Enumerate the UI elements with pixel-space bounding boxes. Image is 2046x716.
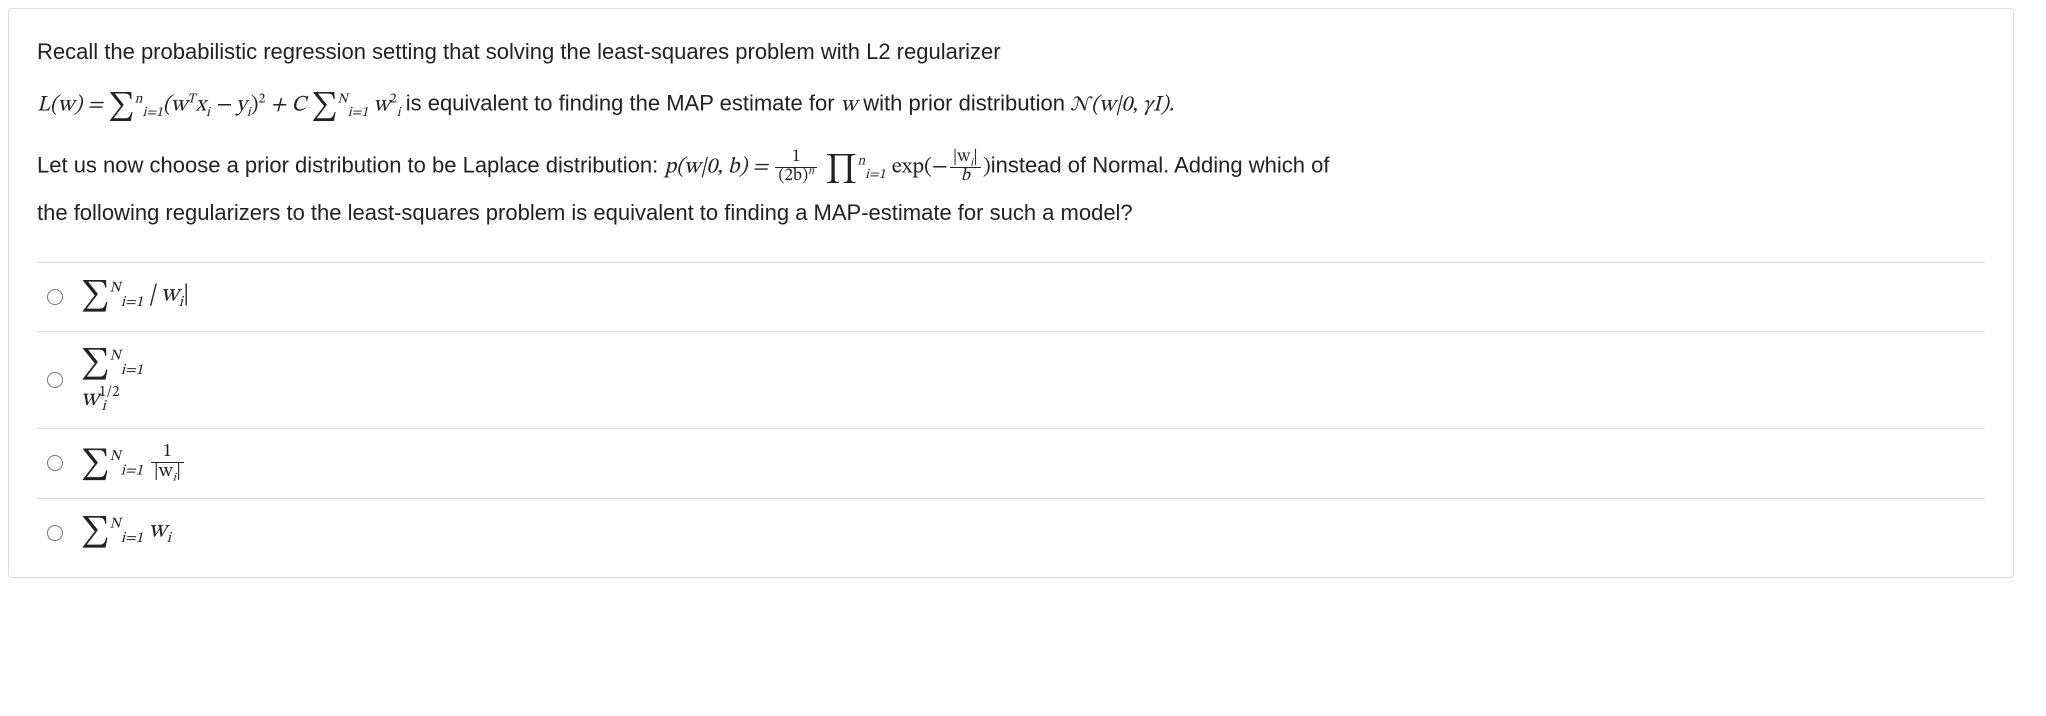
option-c[interactable]: ∑Ni=1 1 |wi| [37,429,1985,499]
prompt-line2-after: is equivalent to finding the MAP estimat… [406,91,841,116]
frac1-den: (2b)n [775,167,817,186]
exp-close: ) [983,157,991,179]
option-b[interactable]: ∑Ni=1 w1/2i [37,332,1985,429]
option-a[interactable]: ∑Ni=1 | wi| [37,263,1985,332]
options-list: ∑Ni=1 | wi| ∑Ni=1 w1/2i ∑Ni=1 1 |wi| ∑Ni… [37,262,1985,567]
option-c-frac: 1 |wi| [149,443,186,483]
option-d[interactable]: ∑Ni=1 wi [37,499,1985,567]
product: ∏ [825,155,857,183]
product-bot: i=1 [865,169,885,182]
option-d-math: ∑Ni=1 wi [81,514,171,552]
prompt-line3-after: instead of Normal. Adding which of [991,153,1330,178]
sum2-top: N [338,94,348,107]
sum1-top: n [135,94,143,107]
prompt-line2: L(w) = ∑ni=1(wTxi − yi)2 + C ∑Ni=1 w2i i… [37,84,1985,132]
exp-open: exp(− [892,157,948,179]
plus-C: + C [265,95,311,117]
prompt-line3a: Let us now choose a prior distribution t… [37,153,664,178]
option-b-math: ∑Ni=1 w1/2i [81,346,173,414]
sum2: ∑ [311,93,337,121]
sum1-x: x [195,95,206,117]
normal-N: 𝒩 [1071,95,1091,117]
option-a-math: ∑Ni=1 | wi| [81,278,189,316]
question-card: Recall the probabilistic regression sett… [8,8,2014,578]
frac2-den: b [950,167,981,186]
prompt-line3-wrap: Let us now choose a prior distribution t… [37,146,1985,231]
prompt-line1: Recall the probabilistic regression sett… [37,39,1001,64]
option-c-math: ∑Ni=1 1 |wi| [81,443,186,484]
L-of-w: L(w) = [37,95,108,117]
w-var: w [841,95,857,117]
option-d-radio[interactable] [47,525,63,541]
product-top: n [857,156,865,169]
sum2-bot: i=1 [348,107,368,120]
frac2-num: |wi| [950,149,981,167]
option-c-radio[interactable] [47,455,63,471]
laplace-p: p(w|0, b) = [664,157,773,179]
normal-args: (w|0, γI). [1091,95,1174,117]
frac-1-over-2bn: 1 (2b)n [773,149,819,186]
sum1: ∑ [108,93,134,121]
question-prompt: Recall the probabilistic regression sett… [37,33,1985,232]
sum2-wexp: 2 [390,94,397,107]
sum1-bot: i=1 [142,107,162,120]
frac-wi-over-b: |wi| b [948,149,983,186]
option-a-radio[interactable] [47,289,63,305]
prompt-line4: the following regularizers to the least-… [37,200,1133,225]
prompt-line2-after2: with prior distribution [857,91,1071,116]
option-b-radio[interactable] [47,372,63,388]
sum2-wi: i [397,107,401,120]
sum1-minus-y: − y [210,95,247,117]
sum1-body-open: (w [163,95,187,117]
sum2-w: w [368,95,390,117]
